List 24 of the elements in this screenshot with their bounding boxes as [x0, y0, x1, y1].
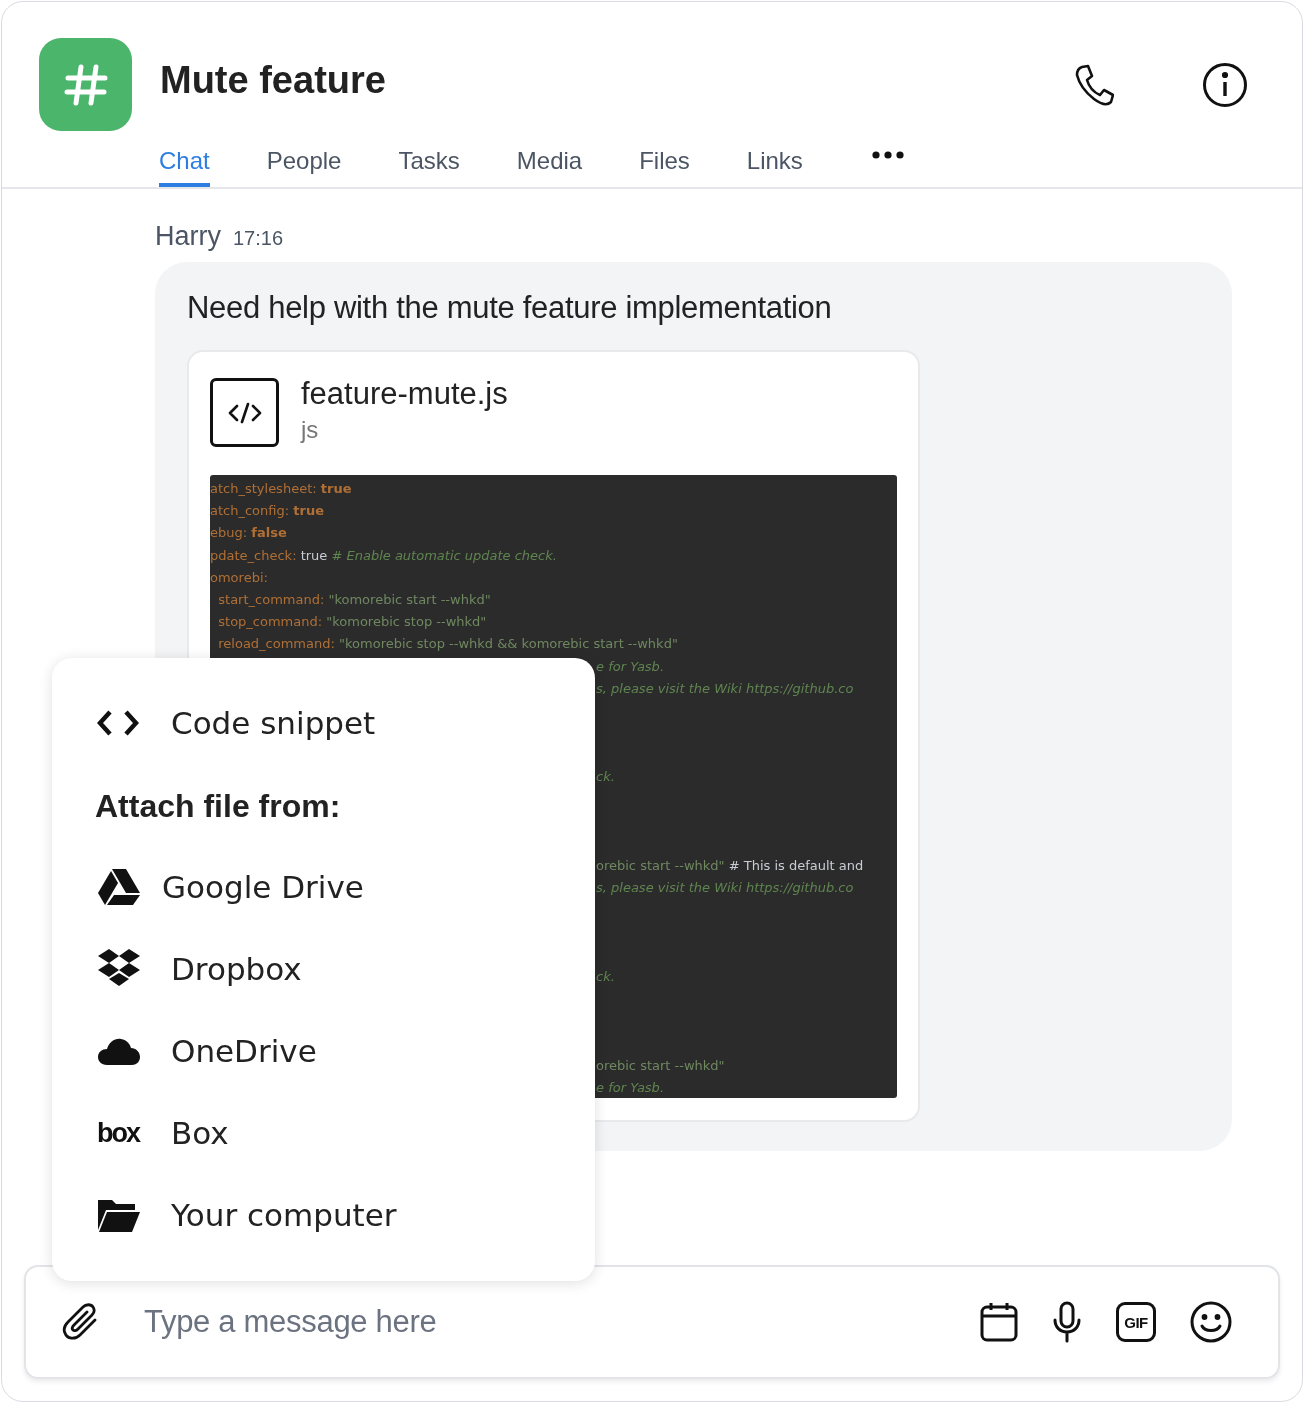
message-time: 17:16	[233, 227, 284, 250]
message-author: Harry	[155, 221, 221, 252]
code-line: ck.	[596, 769, 615, 785]
menu-heading: Attach file from:	[94, 787, 342, 826]
code-line: e for Yasb.	[596, 1080, 664, 1096]
code-line: orebic start --whkd"	[596, 1057, 725, 1073]
code-line: stop_command: "komorebic stop --whkd"	[217, 614, 487, 630]
code-line: start_command: "komorebic start --whkd"	[217, 591, 491, 607]
code-line: e for Yasb.	[596, 658, 664, 674]
box-logo: box	[97, 1117, 139, 1149]
channel-title: Mute feature	[160, 59, 387, 102]
code-line: ck.	[596, 969, 615, 985]
file-name: feature-mute.js	[301, 376, 508, 412]
code-line: ebug: false	[210, 525, 287, 541]
code-line: reload_command: "komorebic stop --whkd && komorebic start --whkd"	[217, 636, 678, 652]
code-line: atch_config: true	[210, 503, 324, 519]
code-line: s, please visit the Wiki https://github.co	[596, 680, 854, 696]
code-line: s, please visit the Wiki https://github.co	[596, 880, 854, 896]
code-line: orebic start --whkd" # This is default and	[596, 858, 864, 874]
message-text: Need help with the mute feature implementation	[187, 290, 833, 326]
code-line: atch_stylesheet: true	[210, 481, 352, 496]
file-type: js	[301, 416, 320, 444]
code-line: omorebi:	[210, 569, 268, 585]
code-line: pdate_check: true # Enable automatic update check.	[210, 547, 557, 563]
